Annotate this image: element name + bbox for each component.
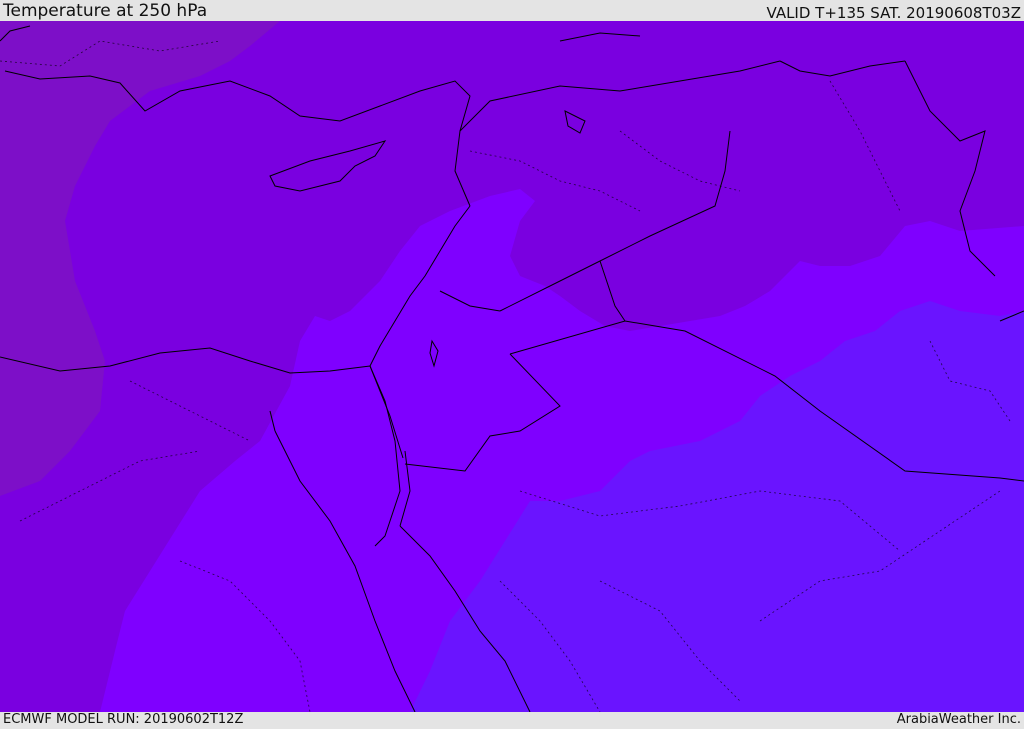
model-run: ECMWF MODEL RUN: 20190602T12Z xyxy=(3,712,244,727)
header-bar: Temperature at 250 hPa VALID T+135 SAT. … xyxy=(0,0,1024,21)
map-title: Temperature at 250 hPa xyxy=(3,1,208,21)
temperature-map[interactable] xyxy=(0,21,1024,712)
credit: ArabiaWeather Inc. xyxy=(896,712,1021,727)
footer-bar: ECMWF MODEL RUN: 20190602T12Z ArabiaWeat… xyxy=(0,712,1024,729)
valid-time: VALID T+135 SAT. 20190608T03Z xyxy=(766,4,1021,22)
